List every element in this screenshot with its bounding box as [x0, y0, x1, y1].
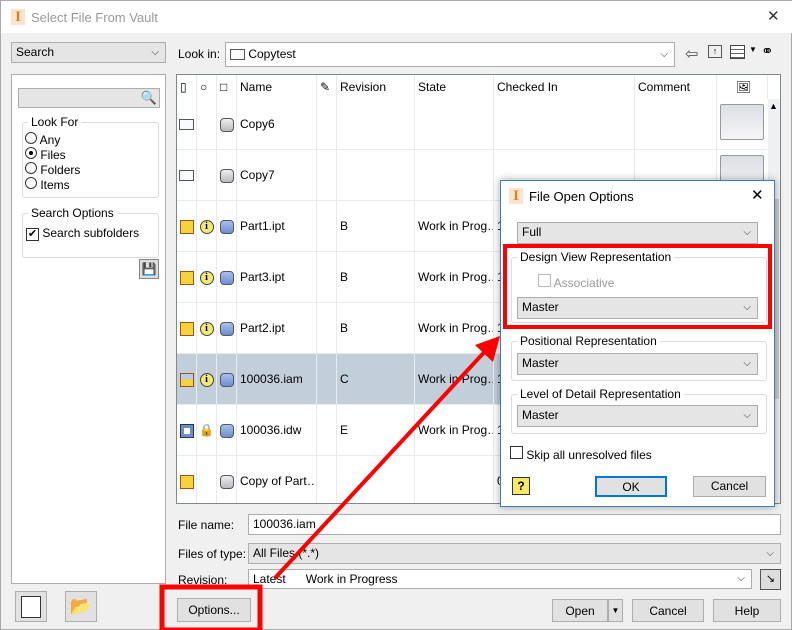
highlight-box-design-view: [503, 244, 772, 329]
highlight-box-options: [159, 584, 263, 630]
annotation-arrow-line: [273, 344, 492, 580]
annotation-overlay: [159, 244, 772, 630]
